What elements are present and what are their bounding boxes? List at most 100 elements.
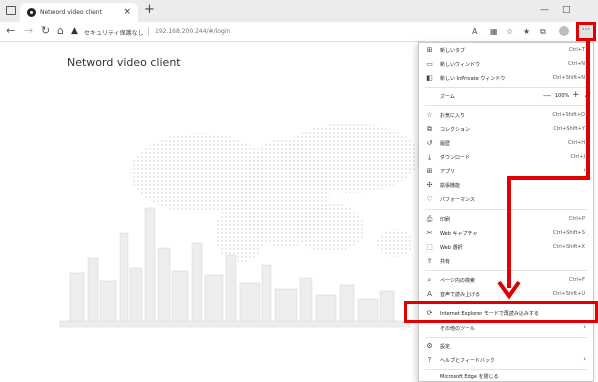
menu-item-label: アプリ	[440, 169, 456, 175]
menu-item-web-select[interactable]: ⬚ Web 選択 Ctrl+Shift+X	[419, 241, 593, 254]
menu-item-inprivate[interactable]: ◧ 新しい InPrivate ウィンドウ Ctrl+Shift+N	[419, 72, 593, 85]
menu-item-shortcut: Ctrl+H	[568, 140, 585, 146]
collections-icon: ⧉	[427, 125, 432, 133]
menu-item-settings[interactable]: ⚙ 設定	[419, 340, 593, 353]
annotation-arrow-horizontal	[507, 176, 590, 180]
menu-item-web-capture[interactable]: ✂ Web キャプチャ Ctrl+Shift+S	[419, 227, 593, 240]
url-field[interactable]: 192.168.200.244/#/login	[155, 28, 230, 35]
menu-divider	[425, 105, 587, 106]
menu-item-print[interactable]: ⎙ 印刷 Ctrl+P	[419, 213, 593, 226]
annotation-arrow-vertical-lower	[507, 176, 511, 288]
menu-item-label: コレクション	[440, 127, 471, 133]
zoom-level: 100%	[555, 93, 570, 99]
tab-favicon-icon	[27, 8, 36, 17]
new-tab-icon: ⊞	[426, 46, 433, 54]
menu-item-label: その他のツール	[440, 326, 476, 332]
menu-item-help[interactable]: ? ヘルプとフィードバック ›	[419, 354, 593, 367]
warning-icon[interactable]: ▲	[71, 24, 78, 38]
menu-divider	[425, 337, 587, 338]
inprivate-icon: ◧	[426, 74, 433, 82]
menu-item-zoom: ズーム — 100% + ⤢	[419, 90, 593, 103]
menu-item-extensions[interactable]: ✣ 拡張機能	[419, 179, 593, 192]
menu-item-label: 音声で読み上げる	[440, 292, 481, 298]
menu-divider	[425, 87, 587, 88]
home-button[interactable]: ⌂	[57, 24, 64, 38]
annotation-arrowhead	[497, 280, 521, 300]
menu-item-shortcut: Ctrl+Shift+S	[553, 230, 585, 236]
menu-divider	[425, 209, 587, 210]
chevron-right-icon: ›	[583, 355, 586, 363]
menu-item-shortcut: Ctrl+Shift+N	[552, 75, 585, 81]
menu-item-shortcut: Ctrl+N	[568, 61, 585, 67]
tab-netword-video-client[interactable]: Netword video client ×	[20, 3, 138, 22]
profile-avatar[interactable]	[559, 26, 569, 36]
web-select-icon: ⬚	[426, 243, 433, 251]
gear-icon: ⚙	[426, 342, 433, 350]
app-available-icon[interactable]: ▦	[490, 25, 498, 38]
menu-item-label: 印刷	[440, 217, 451, 223]
new-window-icon: ▭	[426, 60, 433, 68]
new-tab-button[interactable]: +	[144, 3, 155, 17]
tab-title: Netword video client	[40, 9, 102, 16]
menu-item-label: 履歴	[440, 141, 451, 147]
menu-item-downloads[interactable]: ⤓ ダウンロード Ctrl+J	[419, 151, 593, 164]
menu-item-label: 新しいタブ	[440, 48, 466, 54]
menu-item-label: ズーム	[440, 94, 455, 100]
menu-item-shortcut: Ctrl+Shift+O	[552, 112, 585, 118]
annotation-highlight-ie-mode	[404, 301, 598, 323]
menu-item-new-window[interactable]: ▭ 新しいウィンドウ Ctrl+N	[419, 58, 593, 71]
menu-item-close-edge[interactable]: Microsoft Edge を閉じる	[419, 370, 593, 382]
minimize-button[interactable]: —	[540, 4, 549, 16]
address-bar-row: ← → ↻ ⌂ ▲ セキュリティ保護なし 192.168.200.244/#/l…	[0, 22, 598, 42]
menu-item-history[interactable]: ↺ 履歴 Ctrl+H	[419, 137, 593, 150]
menu-item-shortcut: Ctrl+Shift+Y	[553, 126, 585, 132]
web-capture-icon: ✂	[426, 229, 433, 237]
refresh-button[interactable]: ↻	[41, 24, 50, 38]
menu-item-shortcut: Ctrl+F	[569, 277, 585, 283]
menu-item-new-tab[interactable]: ⊞ 新しいタブ Ctrl+T	[419, 44, 593, 57]
annotation-arrow-vertical-upper	[586, 40, 590, 180]
favorites-icon: ☆	[426, 111, 433, 119]
menu-item-label: ページ内の検索	[440, 278, 475, 284]
extensions-icon: ✣	[426, 181, 433, 189]
zoom-in-button[interactable]: +	[572, 90, 580, 100]
menu-item-label: 共有	[440, 259, 451, 265]
find-icon: ⌕	[427, 276, 432, 284]
print-icon: ⎙	[426, 215, 433, 223]
read-aloud-icon[interactable]: A	[472, 25, 477, 38]
address-separator	[148, 27, 149, 36]
tab-close-icon[interactable]: ×	[123, 7, 131, 17]
menu-item-label: 設定	[440, 344, 451, 350]
menu-divider	[425, 270, 587, 271]
tab-strip: Netword video client × + — □	[0, 0, 598, 22]
menu-item-label: Microsoft Edge を閉じる	[440, 374, 499, 380]
menu-item-shortcut: Ctrl+Shift+X	[552, 244, 585, 250]
performance-icon: ♡	[426, 195, 433, 203]
menu-item-label: ヘルプとフィードバック	[440, 358, 495, 364]
menu-item-label: 拡張機能	[440, 183, 461, 189]
menu-item-label: パフォーマンス	[440, 197, 475, 203]
menu-item-label: ダウンロード	[440, 155, 471, 161]
menu-item-collections[interactable]: ⧉ コレクション Ctrl+Shift+Y	[419, 123, 593, 136]
menu-item-shortcut: Ctrl+T	[568, 47, 585, 53]
menu-item-more-tools[interactable]: その他のツール ›	[419, 322, 593, 335]
collections-icon[interactable]: ⧉	[540, 25, 546, 38]
back-button[interactable]: ←	[6, 24, 15, 38]
download-icon: ⤓	[427, 153, 432, 161]
read-aloud-icon: A	[427, 290, 432, 298]
window-menu-icon[interactable]	[6, 6, 16, 15]
forward-button[interactable]: →	[24, 24, 33, 38]
favorite-star-icon[interactable]: ☆	[506, 25, 513, 38]
security-status[interactable]: セキュリティ保護なし	[84, 28, 144, 37]
menu-item-shortcut: Ctrl+P	[568, 216, 585, 222]
apps-icon: ⊞	[426, 167, 433, 175]
annotation-highlight-more-button	[576, 22, 596, 41]
menu-item-performance[interactable]: ♡ パフォーマンス	[419, 193, 593, 206]
menu-item-label: Web キャプチャ	[440, 231, 478, 237]
menu-item-favorites[interactable]: ☆ お気に入り Ctrl+Shift+O	[419, 109, 593, 122]
favorites-icon[interactable]: ★	[523, 25, 530, 38]
zoom-out-button[interactable]: —	[543, 91, 551, 100]
maximize-button[interactable]: □	[562, 4, 571, 16]
menu-item-share[interactable]: ⇪ 共有	[419, 255, 593, 268]
menu-item-label: お気に入り	[440, 113, 466, 119]
